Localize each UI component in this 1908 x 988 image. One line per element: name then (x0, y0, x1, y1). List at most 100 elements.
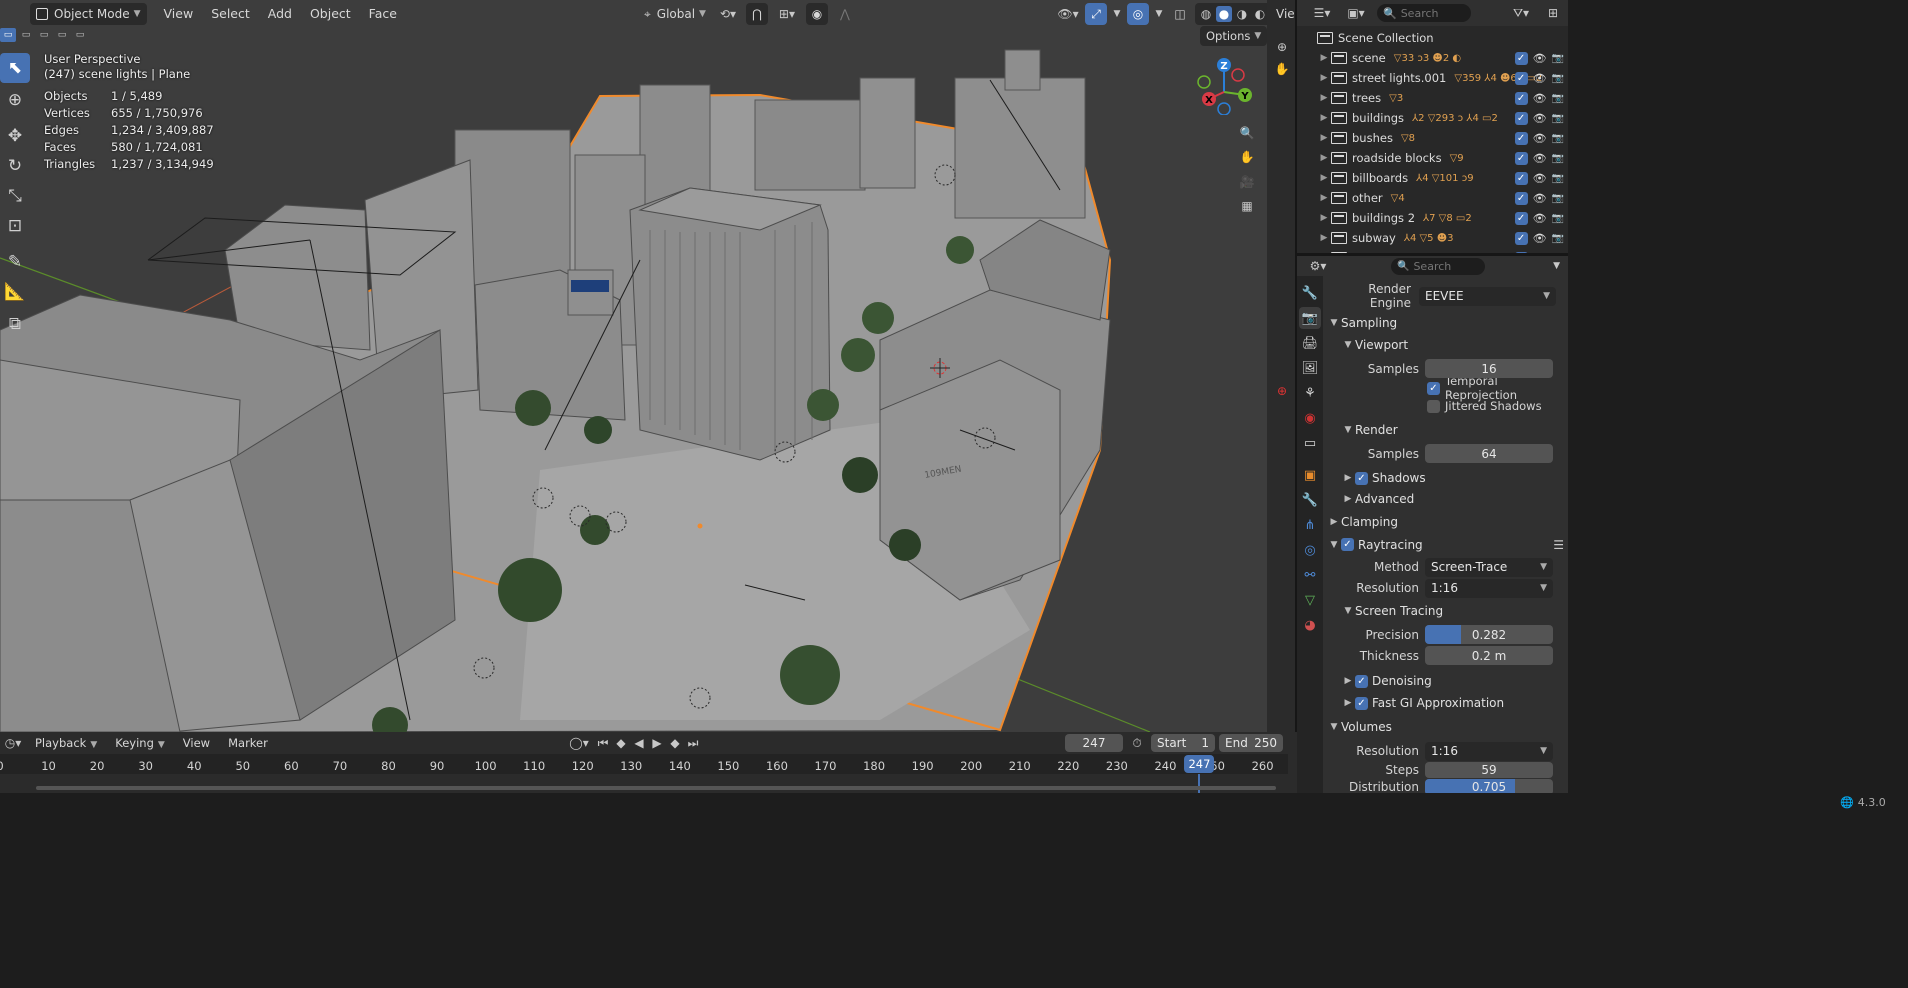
solid-shading-icon[interactable]: ● (1216, 6, 1232, 22)
camera-icon[interactable]: 📷 (1552, 213, 1564, 224)
select-box-tool[interactable]: ⬉ (0, 53, 30, 83)
chevron-down-icon[interactable]: ▼ (1553, 261, 1560, 271)
annotate-tool[interactable]: ✎ (0, 247, 30, 277)
expand-arrow-icon[interactable]: ▶ (1317, 73, 1331, 83)
menu-face[interactable]: Face (360, 2, 406, 26)
add-cube-tool[interactable]: ⧉ (0, 309, 30, 339)
eye-icon[interactable]: 👁 (1533, 112, 1547, 125)
shadows-checkbox[interactable]: ✓ (1355, 471, 1368, 485)
properties-editor-icon[interactable]: ⚙▾ (1305, 259, 1331, 273)
viewport-samples-field[interactable]: 16 (1425, 359, 1553, 378)
fast-gi-checkbox[interactable]: ✓ (1355, 696, 1368, 710)
camera-icon[interactable]: 📷 (1552, 133, 1564, 144)
gizmo-dropdown-icon[interactable]: ▼ (1111, 9, 1123, 19)
snap-target-icon[interactable]: ⊞▾ (774, 7, 800, 21)
exclude-checkbox[interactable]: ✓ (1514, 191, 1528, 205)
menu-playback[interactable]: Playback ▼ (26, 732, 106, 754)
expand-arrow-icon[interactable]: ▶ (1317, 53, 1331, 63)
list-icon[interactable]: ☰ (1553, 538, 1564, 552)
stopwatch-icon[interactable]: ⏱ (1127, 736, 1147, 751)
view-layer-tab-icon[interactable]: 🖼 (1299, 357, 1321, 379)
outliner-row-other[interactable]: ▶ other ▽4 ✓ 👁 📷 (1297, 188, 1568, 208)
expand-arrow-icon[interactable]: ▶ (1317, 93, 1331, 103)
measure-tool[interactable]: 📐 (0, 277, 30, 307)
visibility-icon[interactable]: 👁▾ (1055, 7, 1081, 21)
overlay-toggle-icon[interactable]: ◎ (1127, 3, 1149, 25)
outliner-row-subway[interactable]: ▶ subway ⅄4 ▽5 ☻3 ✓ 👁 📷 (1297, 228, 1568, 248)
properties-search-input[interactable] (1413, 259, 1478, 273)
record-icon[interactable]: ◯▾ (566, 736, 592, 750)
expand-arrow-icon[interactable]: ▶ (1317, 193, 1331, 203)
playhead[interactable]: 247 (1184, 755, 1215, 773)
outliner-search[interactable]: 🔍 (1377, 4, 1471, 22)
denoising-subpanel-header[interactable]: ▶ ✓ Denoising (1327, 670, 1568, 692)
rotate-tool[interactable]: ↻ (0, 151, 30, 181)
screen-tracing-subpanel-header[interactable]: ▼ Screen Tracing (1327, 600, 1568, 622)
thickness-field[interactable]: 0.2 m (1425, 646, 1553, 665)
play-icon[interactable]: ▶ (650, 736, 664, 750)
display-mode-icon[interactable]: ▣▾ (1343, 6, 1369, 20)
particles-tab-icon[interactable]: ⋔ (1299, 514, 1321, 536)
editor-type-icon[interactable]: ◷▾ (0, 736, 26, 750)
expand-arrow-icon[interactable]: ▶ (1317, 133, 1331, 143)
collection-tab-icon[interactable]: ▭ (1299, 432, 1321, 454)
view-menu-cut[interactable]: View (1276, 7, 1297, 21)
camera-icon[interactable]: 📷 (1552, 233, 1564, 244)
scene-tab-icon[interactable]: ⚘ (1299, 382, 1321, 404)
render-engine-dropdown[interactable]: EEVEE ▼ (1419, 286, 1556, 306)
transform-tool[interactable]: ⊡ (0, 211, 30, 241)
xray-icon[interactable]: ◫ (1169, 7, 1191, 21)
expand-arrow-icon[interactable]: ▶ (1317, 113, 1331, 123)
exclude-checkbox[interactable]: ✓ (1514, 71, 1528, 85)
distribution-slider[interactable]: 0.705 (1425, 778, 1553, 793)
menu-add[interactable]: Add (259, 2, 301, 26)
play-reverse-icon[interactable]: ◀ (632, 736, 646, 750)
navigation-gizmo[interactable]: Z Y X (1195, 55, 1255, 116)
raytrace-resolution-dropdown[interactable]: 1:16 ▼ (1425, 578, 1553, 598)
next-keyframe-icon[interactable]: ◆ (668, 736, 682, 750)
eye-icon[interactable]: 👁 (1533, 212, 1547, 225)
exclude-checkbox[interactable]: ✓ (1514, 111, 1528, 125)
eye-icon[interactable]: 👁 (1533, 152, 1547, 165)
select-subtract-icon[interactable]: ▭ (36, 28, 52, 42)
steps-field[interactable]: 59 (1425, 761, 1553, 778)
temporal-reprojection-row[interactable]: ✓ Temporal Reprojection (1327, 374, 1568, 402)
outliner-row-buildings-2[interactable]: ▶ buildings 2 ⅄7 ▽8 ▭2 ✓ 👁 📷 (1297, 208, 1568, 228)
prev-keyframe-icon[interactable]: ◆ (614, 736, 628, 750)
scale-tool[interactable]: ⤡ (0, 181, 30, 211)
camera-icon[interactable]: 📷 (1552, 53, 1564, 64)
pan-hand-icon[interactable]: ✋ (1236, 144, 1258, 170)
outliner-row-trees[interactable]: ▶ trees ▽3 ✓ 👁 📷 (1297, 88, 1568, 108)
outliner-search-input[interactable] (1400, 6, 1465, 20)
camera-view-icon[interactable]: 🎥 (1236, 170, 1258, 194)
gizmo-toggle-icon[interactable]: ⤢ (1085, 3, 1107, 25)
material-tab-icon[interactable]: ◕ (1299, 614, 1321, 636)
world-tab-icon[interactable]: ◉ (1299, 407, 1321, 429)
tool-tab-icon[interactable]: 🔧 (1299, 282, 1321, 304)
editor-type-icon[interactable]: ☰▾ (1309, 6, 1335, 20)
exclude-checkbox[interactable]: ✓ (1514, 171, 1528, 185)
snap-icon[interactable]: ⋂ (745, 3, 768, 25)
cursor-tool[interactable]: ⊕ (0, 85, 30, 115)
scene-collection-row[interactable]: Scene Collection (1297, 28, 1568, 48)
properties-search[interactable]: 🔍 (1391, 257, 1485, 275)
menu-timeline-view[interactable]: View (174, 732, 219, 754)
object-tab-icon[interactable]: ▣ (1299, 464, 1321, 486)
eye-icon[interactable]: 👁 (1533, 52, 1547, 65)
modifier-tab-icon[interactable]: 🔧 (1299, 489, 1321, 511)
material-shading-icon[interactable]: ◑ (1234, 7, 1250, 21)
camera-icon[interactable]: 📷 (1552, 113, 1564, 124)
zoom-in-icon[interactable]: ⊕ (1271, 36, 1293, 58)
output-tab-icon[interactable]: 🖨 (1299, 332, 1321, 354)
viewport[interactable]: 109MEN Object Mode ▼ View Select Add Obj… (0, 0, 1267, 732)
hand-icon[interactable]: ✋ (1271, 58, 1293, 80)
exclude-checkbox[interactable]: ✓ (1514, 151, 1528, 165)
raytracing-panel-header[interactable]: ▼ ✓ Raytracing ☰ (1327, 533, 1568, 556)
outliner-row-scene[interactable]: ▶ scene ▽33 ↄ3 ☻2 ◐ ✓ 👁 📷 (1297, 48, 1568, 68)
wireframe-shading-icon[interactable]: ◍ (1198, 7, 1214, 21)
temporal-reprojection-checkbox[interactable]: ✓ (1427, 381, 1440, 395)
viewport-subpanel-header[interactable]: ▼ Viewport (1327, 334, 1568, 356)
volume-resolution-dropdown[interactable]: 1:16 ▼ (1425, 741, 1553, 761)
select-invert-icon[interactable]: ▭ (54, 28, 70, 42)
camera-icon[interactable]: 📷 (1552, 93, 1564, 104)
